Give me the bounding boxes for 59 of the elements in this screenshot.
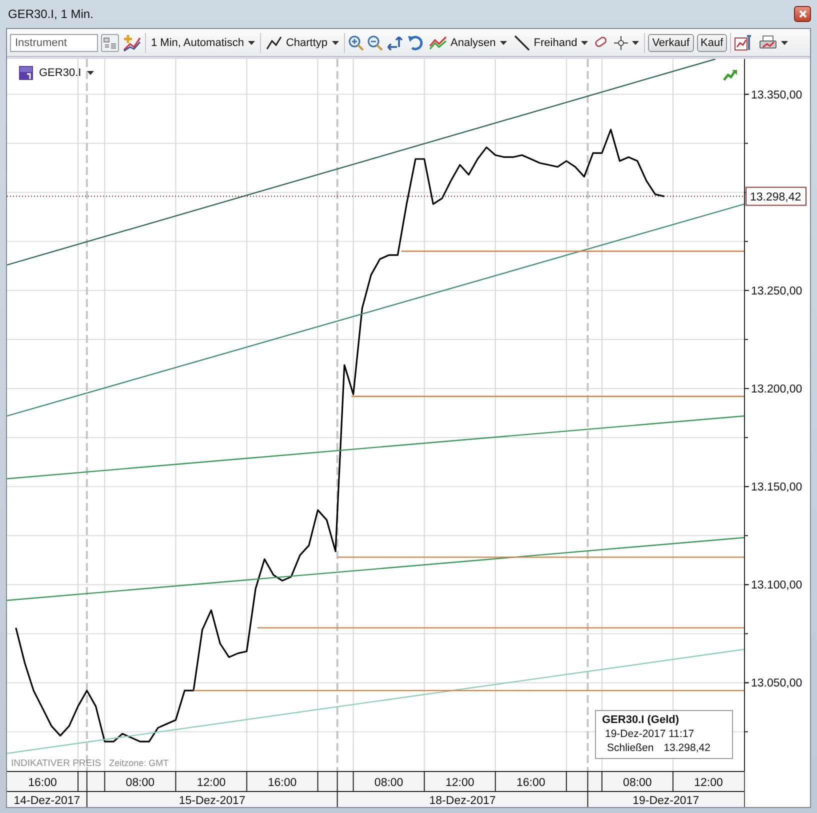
caret-icon bbox=[500, 40, 507, 44]
uptrend-icon bbox=[723, 69, 737, 81]
analyses-dropdown[interactable]: Analysen bbox=[426, 36, 509, 50]
date-axis-label: 15-Dez-2017 bbox=[178, 795, 246, 807]
caret-icon bbox=[781, 40, 788, 44]
tooltip-title: GER30.I (Geld) bbox=[602, 713, 680, 727]
time-axis-label: 12:00 bbox=[445, 777, 474, 789]
time-axis-label: 12:00 bbox=[196, 777, 226, 789]
close-icon bbox=[798, 10, 806, 18]
trade-button[interactable]: Kauf bbox=[696, 34, 728, 52]
list-icon[interactable] bbox=[101, 34, 119, 52]
window-title: GER30.I, 1 Min. bbox=[7, 7, 94, 21]
undo-icon[interactable] bbox=[406, 34, 424, 50]
price-axis-label: 13.350,00 bbox=[751, 89, 802, 102]
crosshair-dropdown[interactable] bbox=[612, 36, 642, 50]
timezone-note: Zeitzone: GMT bbox=[109, 758, 169, 769]
caret-icon bbox=[581, 40, 588, 44]
fit-arrows-icon[interactable] bbox=[386, 34, 404, 50]
price-axis-label: 13.100,00 bbox=[751, 580, 802, 592]
time-axis-label: 08:00 bbox=[374, 777, 404, 789]
time-axis-label: 16:00 bbox=[28, 777, 57, 789]
instrument-field[interactable]: Instrument bbox=[10, 34, 98, 52]
close-button[interactable] bbox=[794, 6, 811, 22]
line-chart-icon bbox=[266, 36, 282, 50]
add-chart-icon[interactable] bbox=[122, 34, 142, 52]
indicative-price-note: INDIKATIVER PREIS bbox=[11, 758, 102, 769]
time-axis-label: 12:00 bbox=[694, 777, 723, 789]
instrument-selector[interactable]: GER30.I bbox=[17, 65, 96, 81]
cfd-icon bbox=[19, 66, 33, 80]
date-axis-label: 14-Dez-2017 bbox=[14, 795, 80, 807]
caret-icon bbox=[332, 40, 339, 44]
caret-icon bbox=[632, 40, 640, 44]
caret-icon bbox=[87, 71, 94, 75]
chart-type-dropdown[interactable]: Charttyp bbox=[264, 36, 341, 50]
caret-icon bbox=[248, 40, 255, 44]
price-axis-label: 13.150,00 bbox=[751, 482, 802, 494]
freehand-dropdown[interactable]: Freihand bbox=[512, 34, 590, 50]
tooltip-field-label: Schließen bbox=[607, 741, 654, 755]
printer-icon bbox=[759, 34, 778, 50]
zoom-out-icon[interactable] bbox=[366, 34, 383, 50]
price-axis-label: 13.250,00 bbox=[751, 285, 802, 298]
tooltip-value: 13.298,42 bbox=[664, 741, 710, 755]
time-axis-label: 16:00 bbox=[516, 777, 546, 789]
time-axis-label: 08:00 bbox=[623, 777, 652, 789]
trade-button[interactable]: Verkauf bbox=[648, 34, 694, 52]
interval-dropdown[interactable]: 1 Min, Automatisch bbox=[149, 36, 257, 48]
line-tool-icon bbox=[514, 34, 530, 50]
crosshair-icon bbox=[614, 36, 628, 50]
date-axis-label: 18-Dez-2017 bbox=[429, 795, 496, 807]
time-axis-label: 16:00 bbox=[268, 777, 297, 789]
price-axis-label: 13.200,00 bbox=[751, 384, 802, 396]
tooltip-datetime: 19-Dez-2017 11:17 bbox=[604, 727, 696, 741]
zoom-in-icon[interactable] bbox=[348, 34, 364, 50]
print-dropdown[interactable] bbox=[757, 34, 790, 50]
time-axis-label: 08:00 bbox=[126, 777, 155, 789]
price-axis-label: 13.050,00 bbox=[751, 678, 802, 690]
date-axis-label: 19-Dez-2017 bbox=[632, 795, 700, 807]
last-price-marker: 13.298,42 bbox=[746, 186, 806, 206]
analysis-icon bbox=[428, 36, 447, 50]
